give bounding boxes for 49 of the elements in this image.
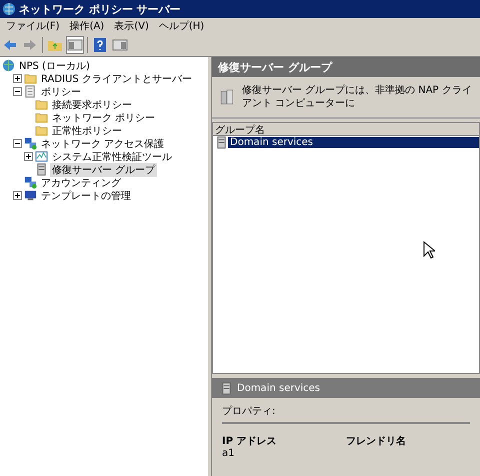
console-tree-icon[interactable] xyxy=(67,37,83,53)
expand-toggle[interactable] xyxy=(13,139,22,148)
mouse-cursor-icon xyxy=(423,241,435,259)
menu-item[interactable]: 操作(A) xyxy=(70,19,104,33)
tree-item[interactable]: テンプレートの管理 xyxy=(39,188,133,202)
window-title: ネットワーク ポリシー サーバー xyxy=(19,2,181,16)
computer-network-icon xyxy=(24,137,37,150)
property-value: a1 xyxy=(222,448,236,459)
property-label: フレンドリ名 xyxy=(346,434,407,448)
globe-icon xyxy=(2,59,15,72)
property-label: IP アドレス xyxy=(222,435,278,448)
tree-item[interactable]: 接続要求ポリシー xyxy=(50,98,134,112)
tree-item[interactable]: ネットワーク アクセス保護 xyxy=(39,136,166,150)
tree-item[interactable]: ポリシー xyxy=(39,84,83,98)
expand-toggle[interactable] xyxy=(13,191,22,200)
folder-icon xyxy=(24,72,37,85)
action-pane-icon[interactable] xyxy=(112,37,128,53)
monitor-icon xyxy=(24,189,37,202)
menu-item[interactable]: ファイル(F) xyxy=(6,19,60,33)
section-label: プロパティ: xyxy=(222,404,470,424)
tree-item[interactable]: NPS (ローカル) xyxy=(17,58,92,72)
computer-network-icon xyxy=(24,176,37,189)
document-icon xyxy=(24,85,37,98)
folder-icon xyxy=(35,111,48,124)
description-text: 修復サーバー グループには、非準拠の NAP クライアント コンピューターに xyxy=(242,84,473,110)
tree-item[interactable]: アカウンティング xyxy=(39,176,123,190)
help-icon[interactable] xyxy=(92,37,108,53)
folder-icon xyxy=(35,124,48,137)
server-icon xyxy=(220,382,233,394)
menu-item[interactable]: ヘルプ(H) xyxy=(158,19,204,33)
back-arrow-icon[interactable] xyxy=(2,37,18,53)
tree-item[interactable]: システム正常性検証ツール xyxy=(50,150,174,164)
expand-toggle[interactable] xyxy=(13,74,22,83)
tree-item[interactable]: ネットワーク ポリシー xyxy=(50,110,158,124)
column-header[interactable]: グループ名 xyxy=(213,123,479,136)
tree-item[interactable]: 修復サーバー グループ xyxy=(50,162,158,176)
tree-item[interactable]: 正常性ポリシー xyxy=(50,124,124,138)
details-title: Domain services xyxy=(237,382,320,394)
list-item[interactable]: Domain services xyxy=(228,137,479,148)
expand-toggle[interactable] xyxy=(13,87,22,96)
folder-icon xyxy=(35,98,48,111)
globe-icon xyxy=(2,2,16,16)
server-icon xyxy=(215,136,228,149)
server-icon xyxy=(35,163,48,176)
menu-item[interactable]: 表示(V) xyxy=(114,19,149,33)
expand-toggle[interactable] xyxy=(24,152,33,161)
tree-item[interactable]: RADIUS クライアントとサーバー xyxy=(39,72,194,86)
chart-icon xyxy=(35,150,48,163)
pane-header: 修復サーバー グループ xyxy=(212,57,480,77)
